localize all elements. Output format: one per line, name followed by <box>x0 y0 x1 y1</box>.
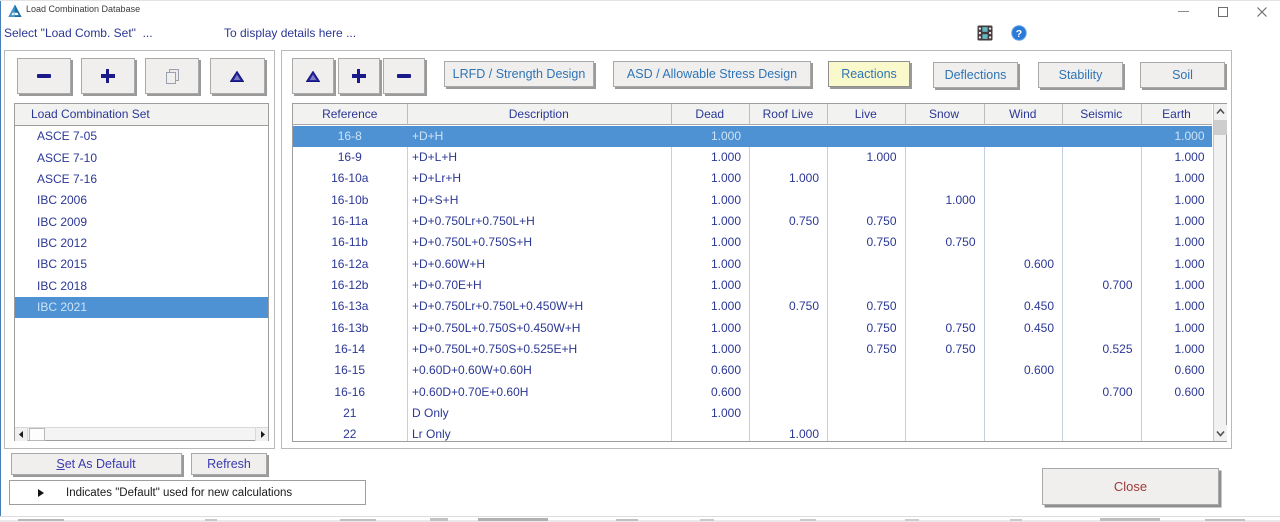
svg-text:?: ? <box>1016 28 1022 40</box>
